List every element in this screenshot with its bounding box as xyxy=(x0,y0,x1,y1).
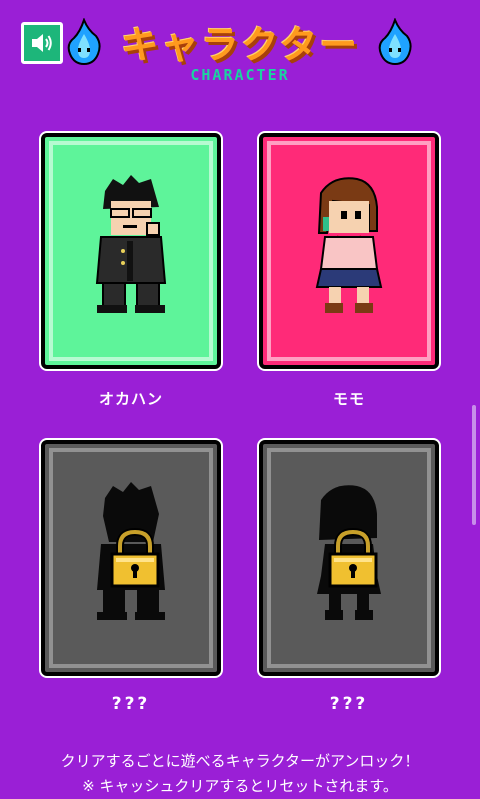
padlock-icon xyxy=(328,528,378,588)
character-card-locked-1[interactable] xyxy=(41,440,221,676)
page-title: キャラクター xyxy=(120,23,360,67)
character-card-locked-2[interactable] xyxy=(259,440,439,676)
character-name: ??? xyxy=(111,694,151,714)
unlock-note: クリアするごとに遊べるキャラクターがアンロック！ xyxy=(60,752,420,770)
padlock-icon xyxy=(110,528,160,588)
character-card-momo[interactable] xyxy=(259,133,439,369)
character-momo-sprite xyxy=(315,177,383,313)
character-name: ??? xyxy=(329,694,369,714)
reset-note: ※ キャッシュクリアするとリセットされます。 xyxy=(82,777,398,795)
character-card-okahan[interactable] xyxy=(41,133,221,369)
scrollbar[interactable] xyxy=(472,405,476,525)
character-name: モモ xyxy=(332,390,365,408)
character-okahan-sprite xyxy=(95,175,167,313)
page-subtitle: CHARACTER xyxy=(190,66,290,84)
character-name: オカハン xyxy=(98,390,163,408)
